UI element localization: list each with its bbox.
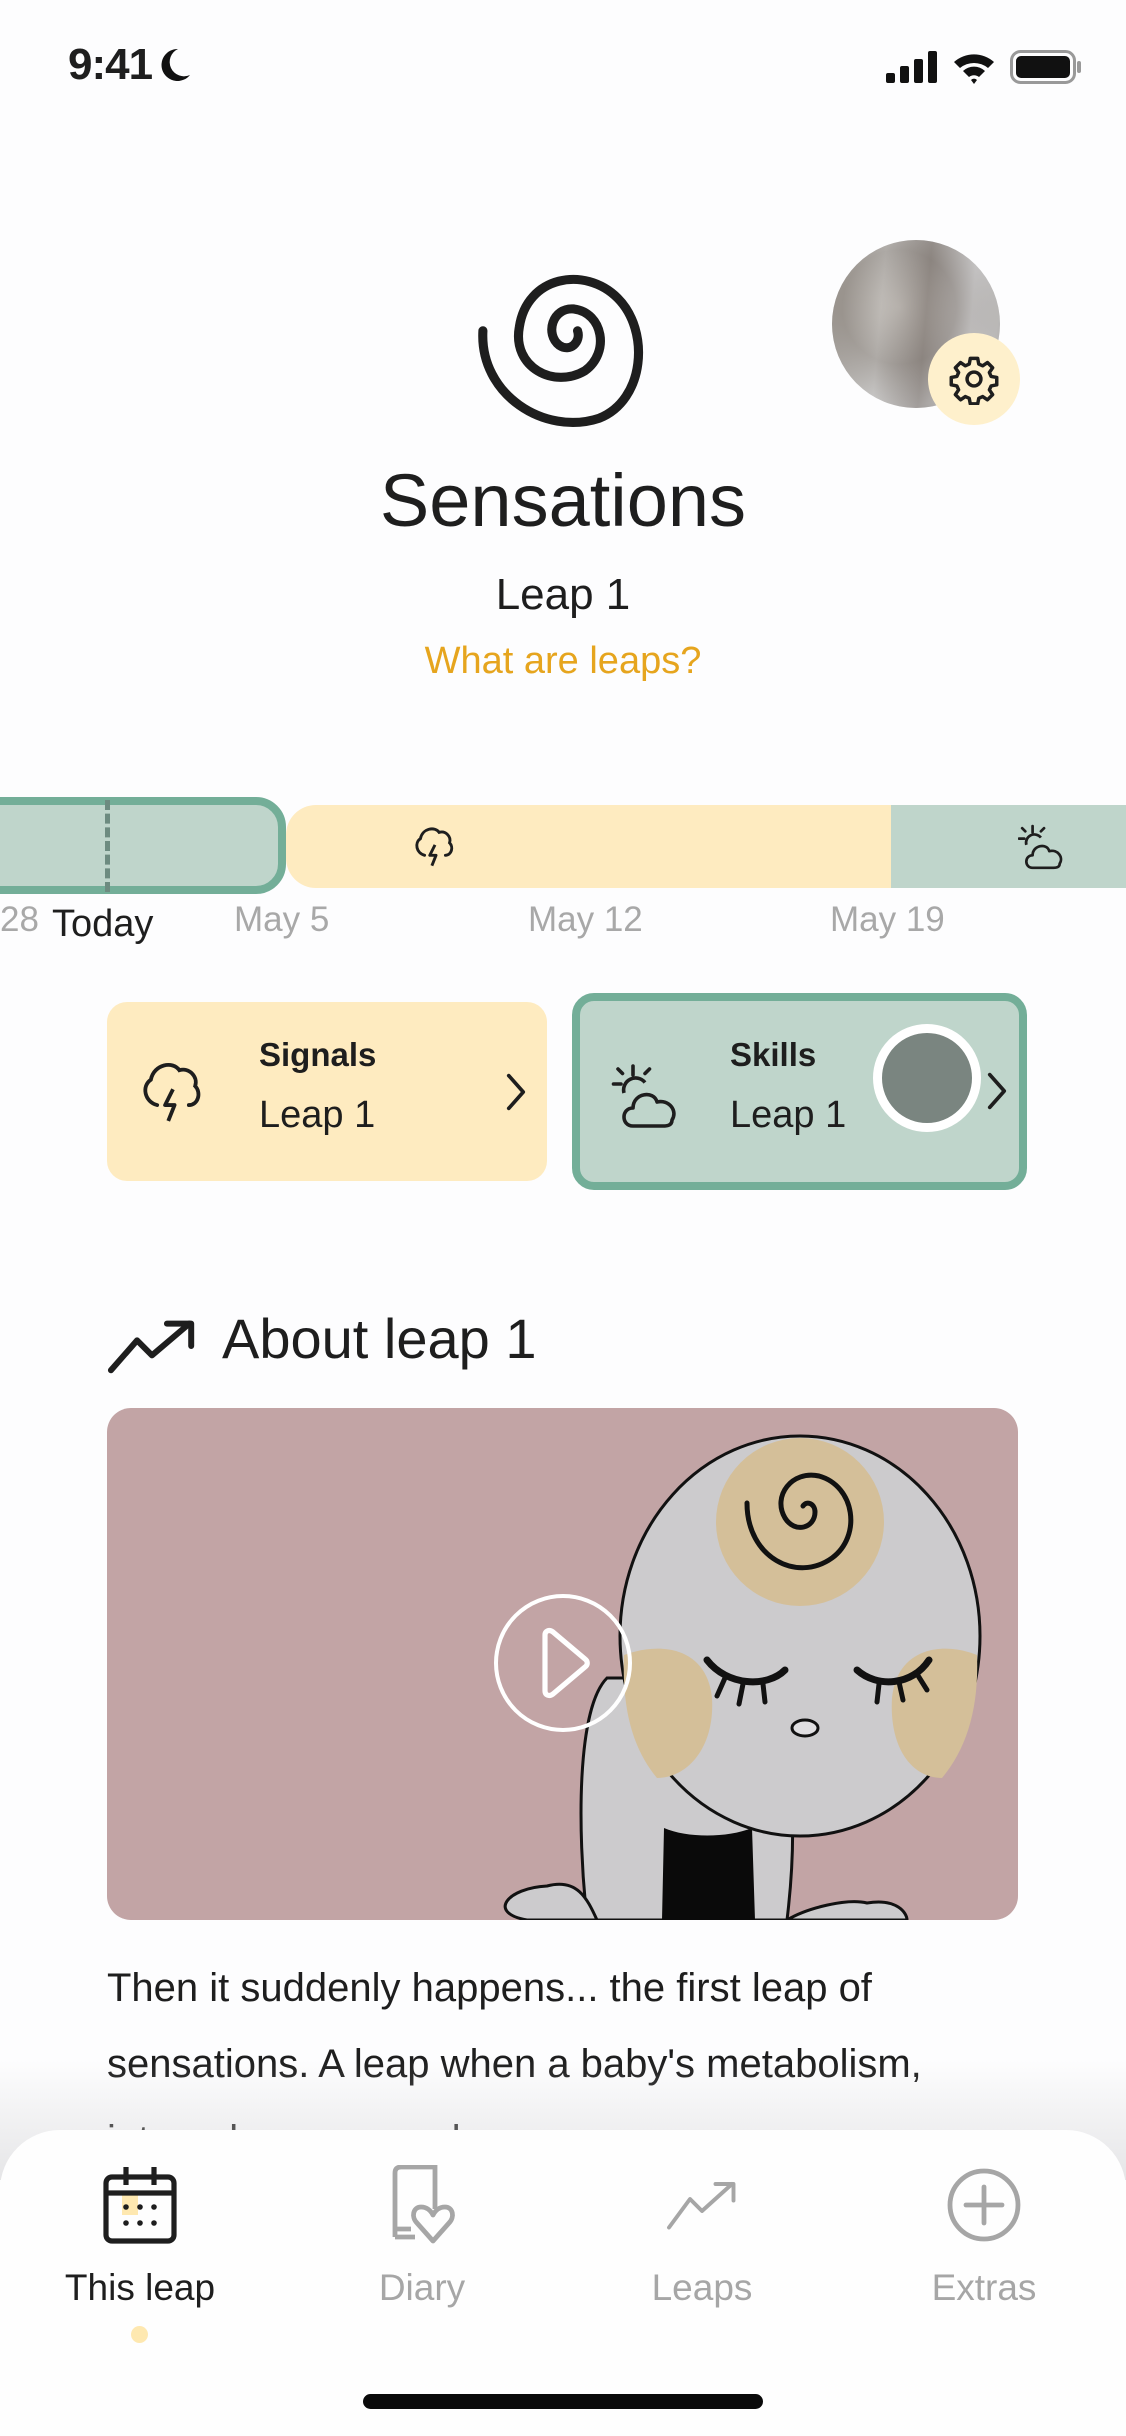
signals-card-subtitle: Leap 1 (259, 1094, 376, 1136)
skills-card-title: Skills (730, 1036, 817, 1073)
spiral-icon (478, 274, 643, 427)
settings-button[interactable] (928, 333, 1020, 425)
tab-leaps[interactable]: Leaps (592, 2165, 812, 2309)
timeline-skills-segment[interactable] (891, 805, 1126, 888)
tab-leaps-label: Leaps (651, 2267, 753, 2308)
signals-card-title: Signals (259, 1036, 377, 1073)
sun-cloud-icon (1018, 824, 1063, 870)
home-indicator[interactable] (363, 2394, 763, 2409)
timeline-date-prev: 28 (0, 900, 39, 939)
timeline-today-label: Today (52, 903, 154, 945)
storm-cloud-icon (415, 827, 454, 867)
wifi-icon (954, 54, 994, 84)
touch-indicator (873, 1024, 981, 1132)
trend-up-icon (107, 1320, 195, 1374)
tab-extras-label: Extras (931, 2267, 1037, 2308)
sun-cloud-icon (611, 1064, 676, 1128)
play-icon (542, 1627, 590, 1699)
calendar-icon (103, 2167, 177, 2244)
timeline-date-may5: May 5 (234, 900, 330, 939)
what-are-leaps-link[interactable]: What are leaps? (0, 640, 1126, 683)
timeline-date-may19: May 19 (830, 900, 945, 939)
skills-card-subtitle: Leap 1 (730, 1094, 847, 1136)
plus-circle-icon (947, 2168, 1021, 2242)
timeline-current-segment[interactable] (0, 797, 286, 894)
gear-icon (949, 356, 999, 405)
leap-title: Sensations (379, 459, 747, 542)
signal-icon (886, 51, 937, 83)
play-button[interactable] (494, 1594, 632, 1732)
trend-up-icon (667, 2182, 736, 2230)
battery-icon (1010, 50, 1081, 84)
chevron-right-icon (506, 1073, 526, 1111)
storm-cloud-icon (143, 1063, 201, 1122)
timeline-signals-segment[interactable] (286, 805, 896, 888)
time-text: 9:41 (68, 40, 153, 89)
tab-this-leap[interactable]: This leap (30, 2165, 250, 2309)
about-leap-title: About leap 1 (222, 1307, 537, 1370)
tab-extras[interactable]: Extras (874, 2165, 1094, 2309)
diary-heart-icon (392, 2165, 455, 2244)
signals-card[interactable]: Signals Leap 1 (107, 1002, 547, 1181)
status-bar-indicators (886, 50, 1082, 84)
chevron-right-icon (987, 1072, 1007, 1110)
leap-subtitle: Leap 1 (495, 570, 631, 619)
moon-icon (161, 48, 191, 81)
timeline-date-may12: May 12 (528, 900, 643, 939)
tab-diary-label: Diary (378, 2267, 466, 2308)
status-bar-time: 9:41 (68, 40, 192, 90)
today-marker (105, 800, 110, 892)
tab-this-leap-label: This leap (64, 2267, 216, 2308)
active-tab-indicator (131, 2326, 148, 2343)
tab-diary[interactable]: Diary (312, 2165, 532, 2309)
